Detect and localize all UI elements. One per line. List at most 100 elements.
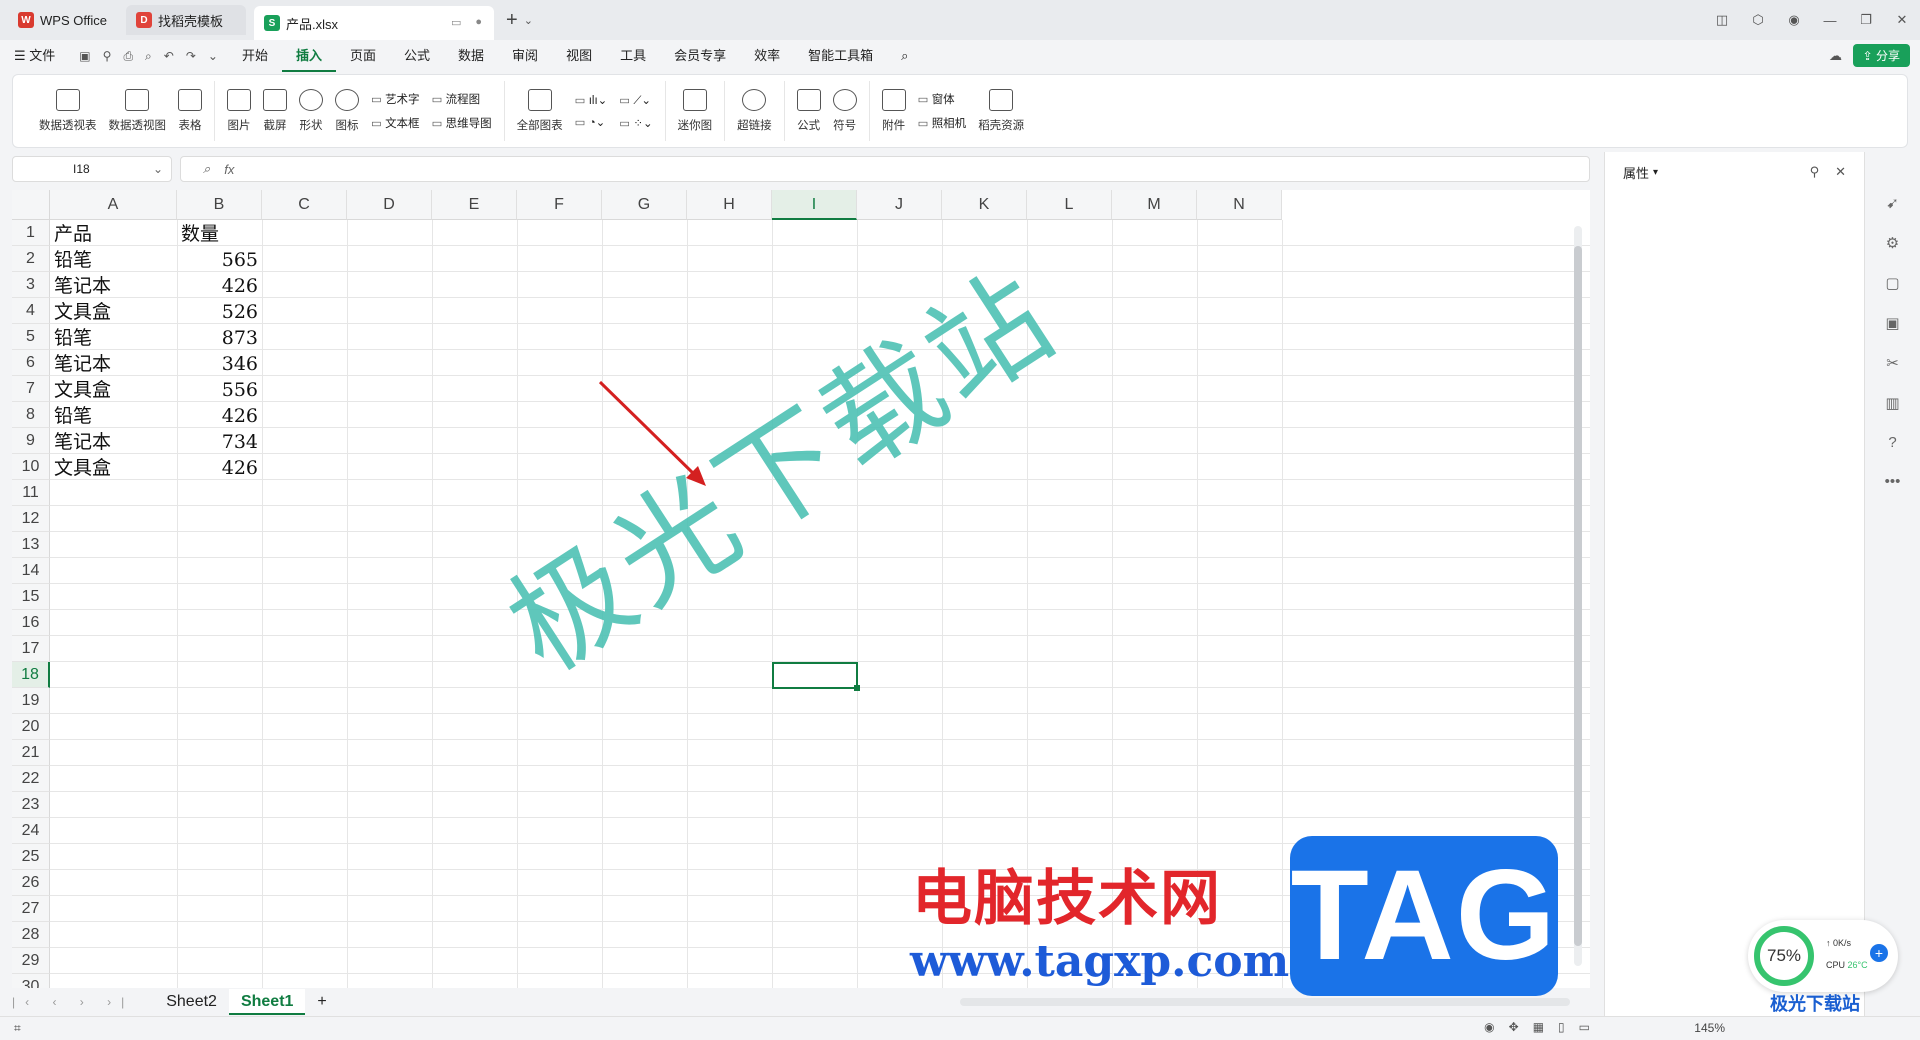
menu-tools[interactable]: 工具: [606, 40, 660, 72]
row-header-25[interactable]: 25: [12, 844, 50, 870]
redo-icon[interactable]: ↷: [186, 49, 196, 64]
sparkline-button[interactable]: 迷你图: [672, 81, 719, 141]
cell-b8[interactable]: 426: [181, 402, 258, 428]
cell-b2[interactable]: 565: [181, 246, 258, 272]
comment-icon[interactable]: ▢: [1885, 274, 1899, 292]
row-header-2[interactable]: 2: [12, 246, 50, 272]
mindmap-button[interactable]: 思维导图: [432, 115, 492, 131]
scatter-chart-button[interactable]: ⁘⌄: [619, 116, 652, 130]
column-header-d[interactable]: D: [347, 190, 432, 220]
help-icon[interactable]: ?: [1888, 434, 1896, 451]
row-header-30[interactable]: 30: [12, 974, 50, 988]
pin-icon[interactable]: ⚲: [103, 49, 112, 64]
menu-review[interactable]: 审阅: [498, 40, 552, 72]
cloud-icon[interactable]: ☁: [1829, 48, 1842, 64]
column-chart-button[interactable]: ılı⌄: [575, 93, 608, 107]
page-view-icon[interactable]: ▭: [1579, 1020, 1590, 1034]
cell-b10[interactable]: 426: [181, 454, 258, 480]
layout-icon[interactable]: ◫: [1704, 12, 1740, 28]
new-tab-button[interactable]: +: [506, 9, 518, 32]
search-icon[interactable]: ⌕: [887, 40, 922, 72]
vertical-scroll-thumb[interactable]: [1574, 246, 1582, 946]
row-header-14[interactable]: 14: [12, 558, 50, 584]
cell-b3[interactable]: 426: [181, 272, 258, 298]
column-header-i[interactable]: I: [772, 190, 857, 220]
row-header-28[interactable]: 28: [12, 922, 50, 948]
column-header-l[interactable]: L: [1027, 190, 1112, 220]
row-header-9[interactable]: 9: [12, 428, 50, 454]
cube-icon[interactable]: ⬡: [1740, 12, 1776, 28]
menu-smart-toolbox[interactable]: 智能工具箱: [794, 40, 887, 72]
fx-label[interactable]: fx: [224, 162, 234, 177]
performance-widget[interactable]: 75% ↑ 0K/s CPU 26°C +: [1748, 920, 1898, 992]
book-icon[interactable]: ▥: [1885, 394, 1899, 412]
row-header-17[interactable]: 17: [12, 636, 50, 662]
row-header-12[interactable]: 12: [12, 506, 50, 532]
tab-file[interactable]: S 产品.xlsx ▭ ●: [254, 6, 494, 40]
row-header-3[interactable]: 3: [12, 272, 50, 298]
add-sheet-button[interactable]: +: [305, 989, 338, 1015]
properties-dropdown-icon[interactable]: ▾: [1653, 167, 1658, 178]
row-header-19[interactable]: 19: [12, 688, 50, 714]
pivot-chart-button[interactable]: 数据透视图: [103, 81, 173, 141]
shell-resources-button[interactable]: 稻壳资源: [972, 81, 1030, 141]
pivot-table-button[interactable]: 数据透视表: [33, 81, 103, 141]
column-header-a[interactable]: A: [50, 190, 177, 220]
column-header-f[interactable]: F: [517, 190, 602, 220]
formula-button[interactable]: 公式: [791, 81, 827, 141]
cell-b7[interactable]: 556: [181, 376, 258, 402]
tab-wps-office[interactable]: W WPS Office: [8, 5, 118, 35]
avatar[interactable]: ◉: [1776, 12, 1812, 28]
hyperlink-button[interactable]: 超链接: [731, 81, 778, 141]
row-header-5[interactable]: 5: [12, 324, 50, 350]
cell-a2[interactable]: 铅笔: [54, 246, 173, 272]
all-charts-button[interactable]: 全部图表: [511, 81, 569, 141]
row-header-23[interactable]: 23: [12, 792, 50, 818]
cell-a1[interactable]: 产品: [54, 220, 173, 246]
menu-home[interactable]: 开始: [228, 40, 282, 72]
vertical-scrollbar[interactable]: [1574, 226, 1582, 966]
row-header-15[interactable]: 15: [12, 584, 50, 610]
column-header-c[interactable]: C: [262, 190, 347, 220]
column-header-m[interactable]: M: [1112, 190, 1197, 220]
column-header-b[interactable]: B: [177, 190, 262, 220]
menu-efficiency[interactable]: 效率: [740, 40, 794, 72]
horizontal-scrollbar[interactable]: [960, 998, 1570, 1006]
cell-a6[interactable]: 笔记本: [54, 350, 173, 376]
row-header-29[interactable]: 29: [12, 948, 50, 974]
tab-template[interactable]: D 找稻壳模板: [126, 5, 246, 35]
camera-button[interactable]: 照相机: [918, 115, 967, 131]
sheet-tab-sheet2[interactable]: Sheet2: [154, 989, 229, 1015]
save-icon[interactable]: ▣: [79, 49, 90, 64]
row-header-22[interactable]: 22: [12, 766, 50, 792]
eye-icon[interactable]: ◉: [1484, 1020, 1494, 1034]
column-header-k[interactable]: K: [942, 190, 1027, 220]
row-header-27[interactable]: 27: [12, 896, 50, 922]
tab-list-chevron-icon[interactable]: ⌄: [524, 14, 533, 27]
cell-b9[interactable]: 734: [181, 428, 258, 454]
name-box[interactable]: I18: [12, 156, 172, 182]
properties-title[interactable]: 属性: [1623, 163, 1649, 182]
wordart-button[interactable]: 艺术字: [371, 91, 420, 107]
cell-a7[interactable]: 文具盒: [54, 376, 173, 402]
tools-icon[interactable]: ✂: [1886, 354, 1899, 372]
row-header-10[interactable]: 10: [12, 454, 50, 480]
row-header-11[interactable]: 11: [12, 480, 50, 506]
cell-a10[interactable]: 文具盒: [54, 454, 173, 480]
column-header-j[interactable]: J: [857, 190, 942, 220]
menu-file[interactable]: ☰ 文件: [0, 40, 69, 72]
cell-a8[interactable]: 铅笔: [54, 402, 173, 428]
line-chart-button[interactable]: ⟋⌄: [619, 93, 652, 108]
preview-icon[interactable]: ⌕: [145, 49, 152, 64]
screenshot-button[interactable]: 截屏: [257, 81, 293, 141]
close-icon[interactable]: ✕: [1884, 12, 1920, 28]
select-all-corner[interactable]: [12, 190, 50, 220]
menu-data[interactable]: 数据: [444, 40, 498, 72]
menu-insert[interactable]: 插入: [281, 40, 336, 72]
cell-a4[interactable]: 文具盒: [54, 298, 173, 324]
restore-icon[interactable]: ❐: [1848, 12, 1884, 28]
flowchart-button[interactable]: 流程图: [432, 91, 492, 107]
row-header-6[interactable]: 6: [12, 350, 50, 376]
print-icon[interactable]: ⎙: [123, 49, 133, 64]
cell-b6[interactable]: 346: [181, 350, 258, 376]
